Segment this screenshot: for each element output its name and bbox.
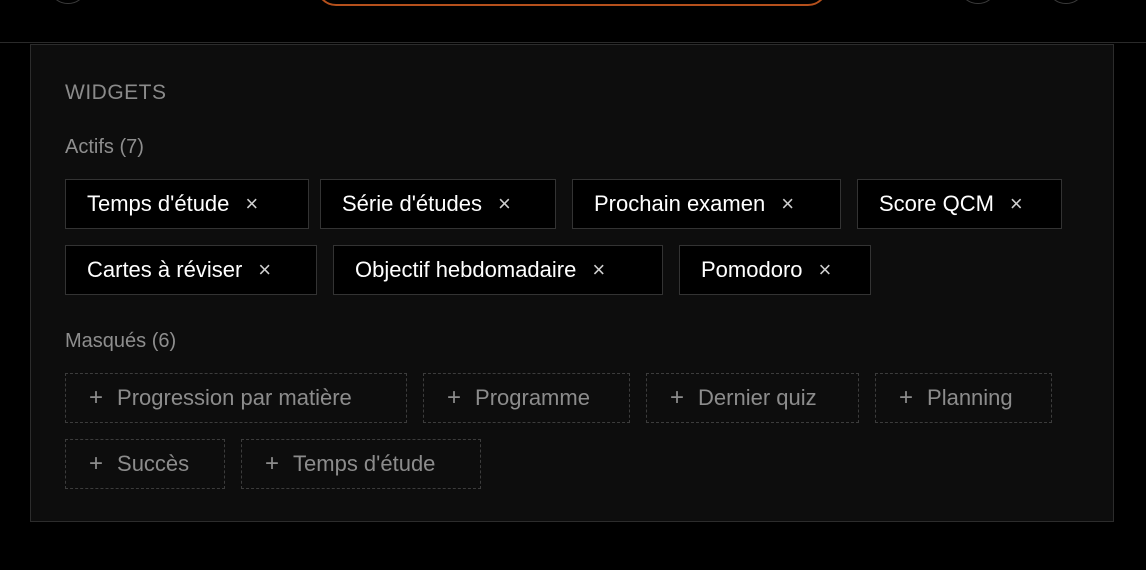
chip-label: Temps d'étude — [293, 451, 436, 476]
top-search-pill[interactable] — [316, 0, 828, 6]
active-widget-chip[interactable]: Prochain examen × — [572, 179, 841, 229]
active-widgets-label: Actifs (7) — [65, 136, 144, 158]
widgets-panel: WIDGETS Actifs (7) Temps d'étude × Série… — [30, 44, 1114, 522]
close-icon[interactable]: × — [498, 193, 511, 215]
close-icon[interactable]: × — [1010, 193, 1023, 215]
nav-circle-button[interactable] — [48, 0, 88, 4]
active-widget-chip[interactable]: Série d'études × — [320, 179, 556, 229]
hidden-widget-chip[interactable]: + Temps d'étude — [241, 439, 481, 489]
hidden-widget-chip[interactable]: + Programme — [423, 373, 630, 423]
chip-label: Dernier quiz — [698, 385, 817, 410]
chip-label: Série d'études — [342, 191, 482, 216]
close-icon[interactable]: × — [258, 259, 271, 281]
plus-icon: + — [899, 384, 914, 411]
chip-label: Prochain examen — [594, 191, 766, 216]
hidden-widget-chip[interactable]: + Planning — [875, 373, 1052, 423]
chip-label: Succès — [117, 451, 190, 476]
active-widget-chip[interactable]: Score QCM × — [857, 179, 1062, 229]
chip-label: Programme — [475, 385, 590, 410]
plus-icon: + — [670, 384, 685, 411]
active-widget-chip[interactable]: Objectif hebdomadaire × — [333, 245, 663, 295]
close-icon[interactable]: × — [819, 259, 832, 281]
chip-label: Planning — [927, 385, 1013, 410]
chip-label: Cartes à réviser — [87, 257, 243, 282]
hidden-widgets-label: Masqués (6) — [65, 330, 177, 352]
top-bar — [0, 0, 1146, 43]
hidden-widget-chip[interactable]: + Succès — [65, 439, 225, 489]
close-icon[interactable]: × — [781, 193, 794, 215]
hidden-widget-chip[interactable]: + Dernier quiz — [646, 373, 859, 423]
nav-circle-button[interactable] — [958, 0, 998, 4]
active-widget-chip[interactable]: Temps d'étude × — [65, 179, 309, 229]
chip-label: Score QCM — [879, 191, 994, 216]
hidden-widget-chip[interactable]: + Progression par matière — [65, 373, 407, 423]
section-title: WIDGETS — [65, 81, 167, 104]
plus-icon: + — [447, 384, 462, 411]
nav-circle-button[interactable] — [1046, 0, 1086, 4]
plus-icon: + — [265, 450, 280, 477]
close-icon[interactable]: × — [245, 193, 258, 215]
chip-label: Pomodoro — [701, 257, 803, 282]
chip-label: Objectif hebdomadaire — [355, 257, 577, 282]
chip-label: Progression par matière — [117, 385, 352, 410]
chip-label: Temps d'étude — [87, 191, 230, 216]
plus-icon: + — [89, 450, 104, 477]
close-icon[interactable]: × — [592, 259, 605, 281]
active-widget-chip[interactable]: Cartes à réviser × — [65, 245, 317, 295]
active-widget-chip[interactable]: Pomodoro × — [679, 245, 871, 295]
plus-icon: + — [89, 384, 104, 411]
